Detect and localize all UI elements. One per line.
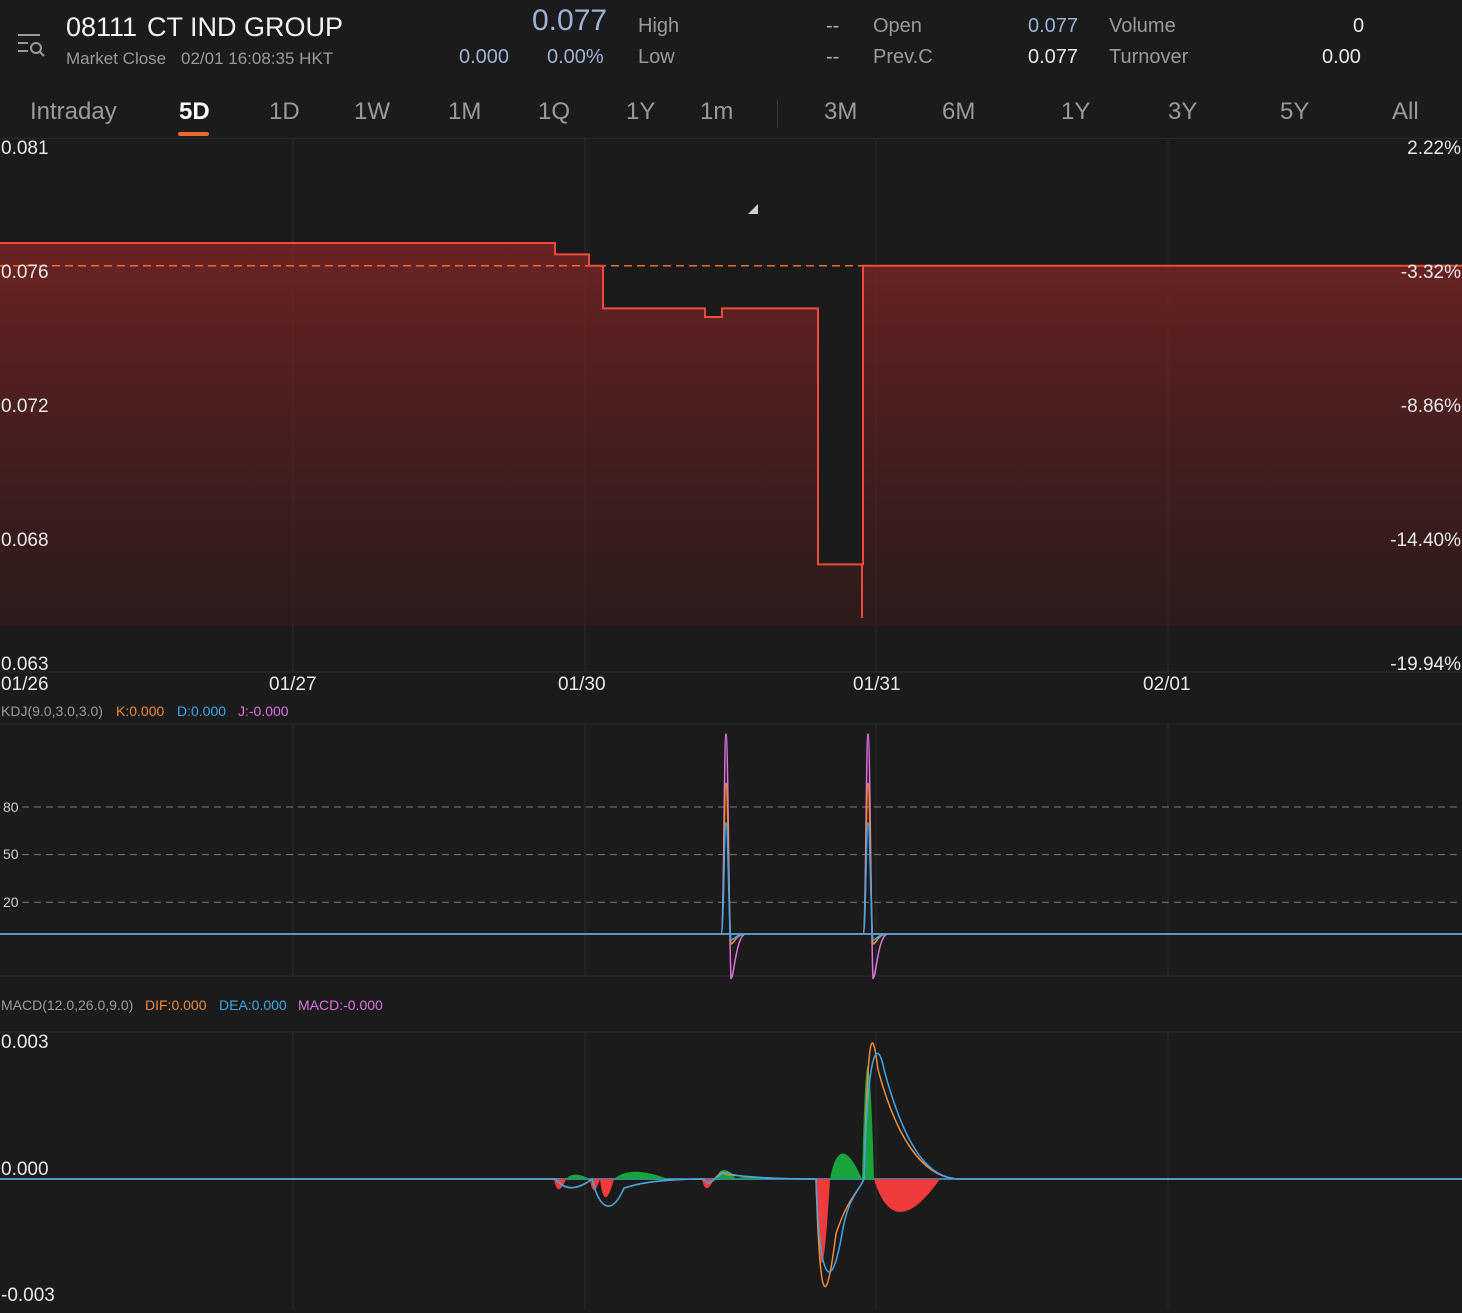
macd-histogram-bar	[566, 1174, 590, 1179]
price-area-fill	[0, 243, 1462, 626]
macd-dea-line	[0, 1052, 1462, 1273]
macd-legend-title[interactable]: MACD(12.0,26.0,9.0)	[1, 997, 133, 1013]
kdj-legend-k: K:0.000	[116, 703, 165, 719]
pct-axis-label: -3.32%	[1400, 262, 1461, 283]
macd-histogram-bar	[600, 1179, 614, 1198]
macd-axis-label: 0.000	[1, 1159, 49, 1180]
kdj-axis-label: 20	[3, 894, 19, 910]
macd-axis-label: -0.003	[1, 1285, 55, 1306]
date-axis-label: 01/27	[269, 674, 317, 695]
macd-legend-dea: DEA:0.000	[219, 997, 287, 1013]
macd-histogram-bar	[614, 1171, 668, 1179]
kdj-legend-j: J:-0.000	[238, 703, 289, 719]
price-axis-label: 0.081	[1, 138, 49, 159]
macd-legend-dif: DIF:0.000	[145, 997, 207, 1013]
macd-legend-macd: MACD:-0.000	[298, 997, 383, 1013]
macd-dif-line	[0, 1042, 1462, 1287]
date-axis-label: 01/30	[558, 674, 606, 695]
macd-histogram-bar	[874, 1179, 940, 1212]
price-axis-label: 0.076	[1, 262, 49, 283]
pct-axis-label: -14.40%	[1390, 530, 1461, 551]
macd-axis-label: 0.003	[1, 1032, 49, 1053]
date-axis-label: 01/31	[853, 674, 901, 695]
macd-histogram-bar	[830, 1153, 862, 1179]
price-axis-label: 0.072	[1, 396, 49, 417]
pct-axis-label: -8.86%	[1400, 396, 1461, 417]
pct-axis-label: -19.94%	[1390, 654, 1461, 675]
chart-canvas[interactable]	[0, 0, 1462, 1313]
kdj-axis-label: 50	[3, 846, 19, 862]
kdj-d-line	[720, 822, 747, 941]
kdj-legend-d: D:0.000	[177, 703, 227, 719]
kdj-axis-label: 80	[3, 799, 19, 815]
price-axis-label: 0.068	[1, 530, 49, 551]
date-axis-label: 02/01	[1143, 674, 1191, 695]
pct-axis-label: 2.22%	[1407, 138, 1461, 159]
date-axis-label: 01/26	[1, 674, 49, 695]
kdj-legend-title[interactable]: KDJ(9.0,3.0,3.0)	[1, 703, 103, 719]
price-axis-label: 0.063	[1, 654, 49, 675]
